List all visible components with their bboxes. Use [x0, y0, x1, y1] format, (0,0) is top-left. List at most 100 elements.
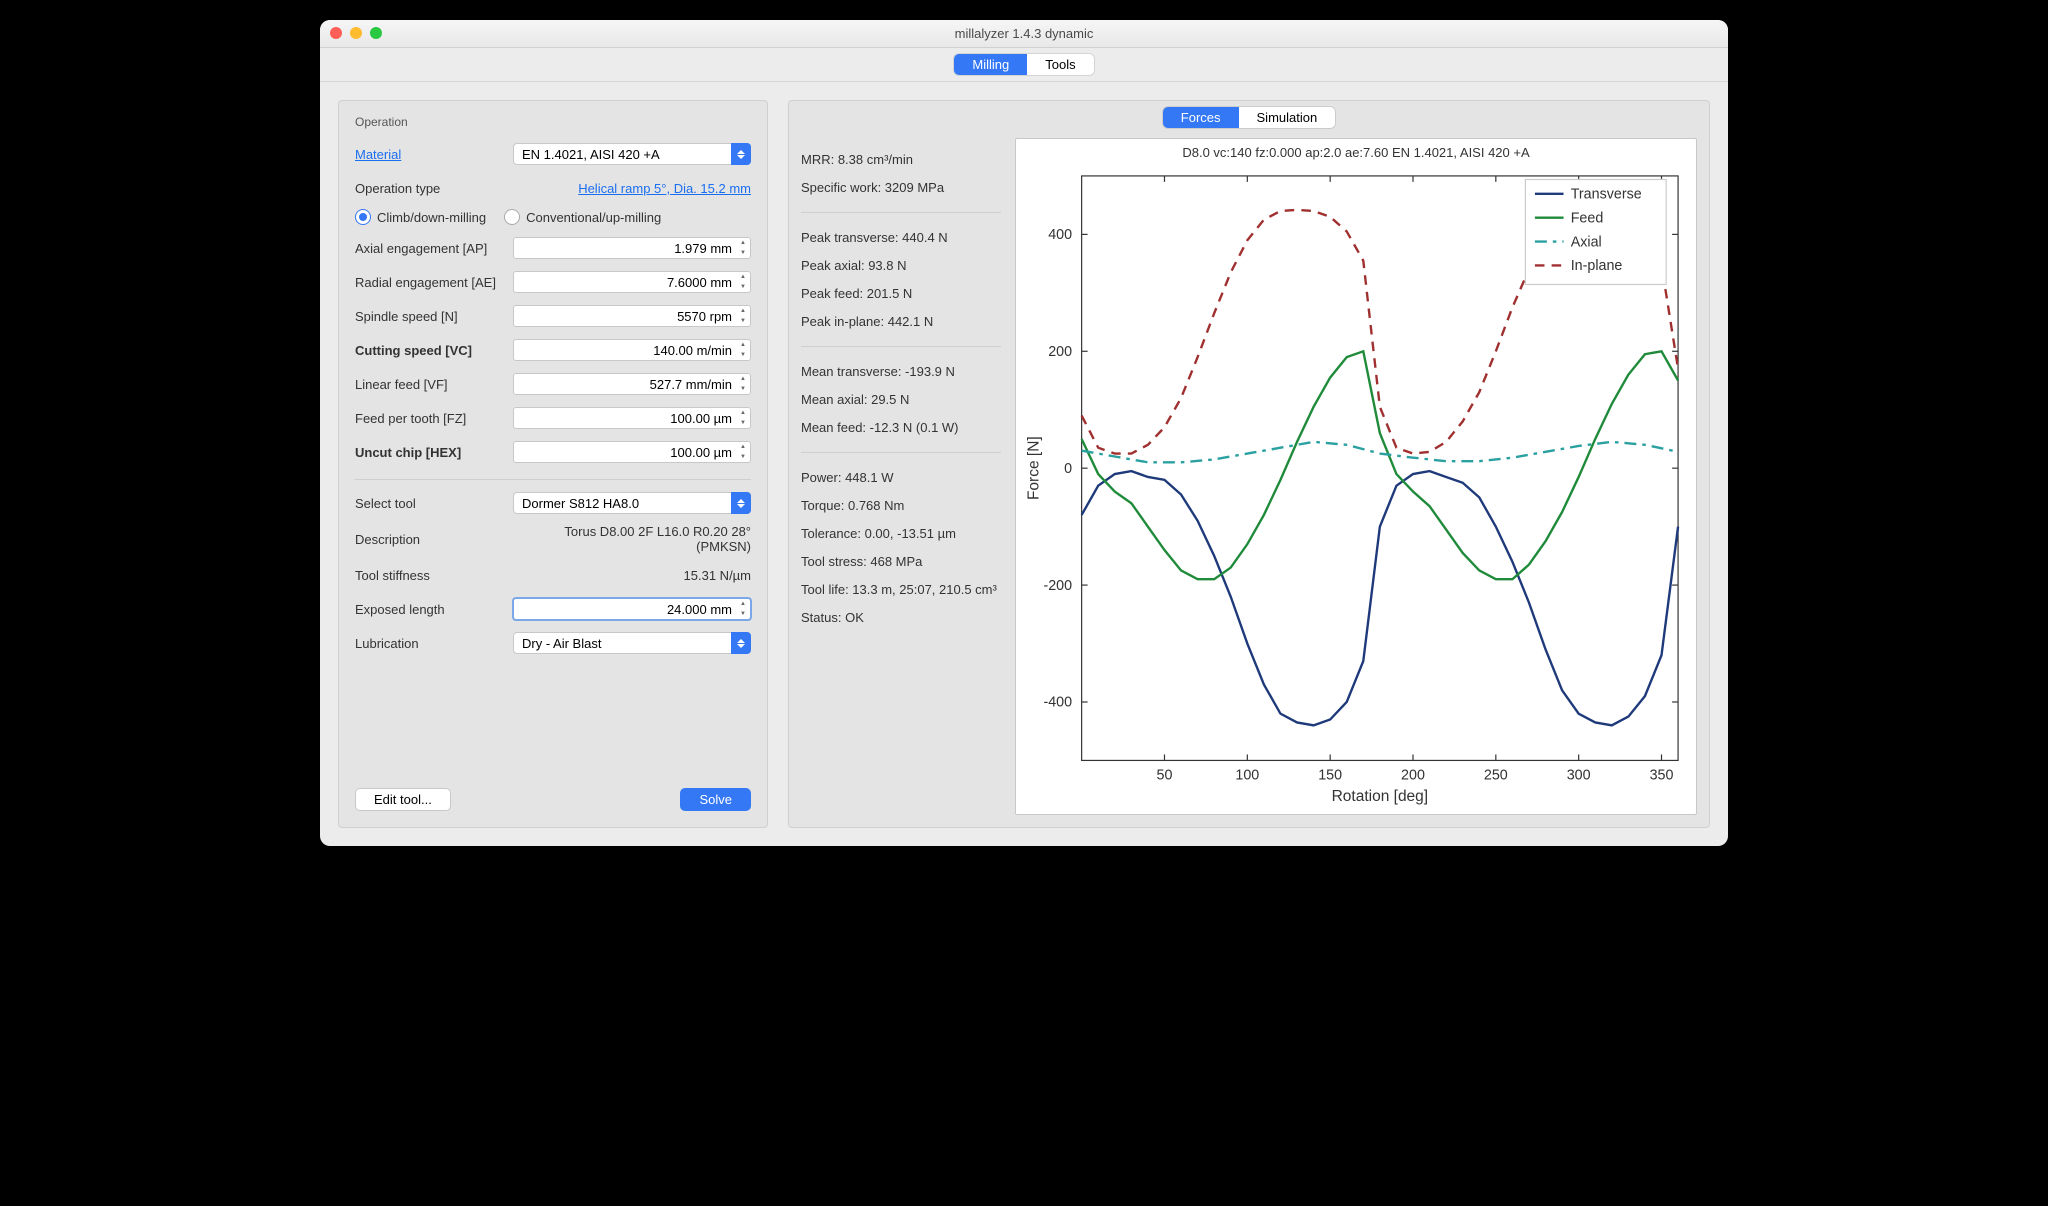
titlebar: millalyzer 1.4.3 dynamic — [320, 20, 1728, 48]
optype-link[interactable]: Helical ramp 5°, Dia. 15.2 mm — [513, 181, 751, 196]
svg-text:-200: -200 — [1043, 578, 1072, 594]
svg-text:250: 250 — [1484, 768, 1508, 784]
peak-feed-value: Peak feed: 201.5 N — [801, 286, 1001, 301]
exposed-input[interactable] — [513, 598, 751, 620]
exposed-stepper[interactable]: ▲▼ — [736, 599, 750, 619]
ae-label: Radial engagement [AE] — [355, 275, 513, 290]
stiffness-label: Tool stiffness — [355, 568, 513, 583]
mean-transverse-value: Mean transverse: -193.9 N — [801, 364, 1001, 379]
desc-label: Description — [355, 532, 513, 547]
n-input[interactable] — [513, 305, 751, 327]
material-select[interactable]: EN 1.4021, AISI 420 +A — [513, 143, 751, 165]
hex-label: Uncut chip [HEX] — [355, 445, 513, 460]
right-body: MRR: 8.38 cm³/min Specific work: 3209 MP… — [801, 138, 1697, 815]
divider — [355, 479, 751, 480]
optype-label: Operation type — [355, 181, 513, 196]
results-panel: Forces Simulation MRR: 8.38 cm³/min Spec… — [788, 100, 1710, 828]
tab-tools[interactable]: Tools — [1027, 54, 1093, 75]
ap-input[interactable] — [513, 237, 751, 259]
main-tabbar: Milling Tools — [320, 48, 1728, 82]
n-stepper[interactable]: ▲▼ — [736, 306, 750, 326]
vf-input[interactable] — [513, 373, 751, 395]
sub-tabs: Forces Simulation — [1163, 107, 1335, 128]
chart-title: D8.0 vc:140 fz:0.000 ap:2.0 ae:7.60 EN 1… — [1022, 145, 1690, 160]
operation-panel: Operation Material EN 1.4021, AISI 420 +… — [338, 100, 768, 828]
vf-label: Linear feed [VF] — [355, 377, 513, 392]
edit-tool-button[interactable]: Edit tool... — [355, 788, 451, 811]
divider — [801, 452, 1001, 453]
torque-value: Torque: 0.768 Nm — [801, 498, 1001, 513]
content: Operation Material EN 1.4021, AISI 420 +… — [320, 82, 1728, 846]
ae-stepper[interactable]: ▲▼ — [736, 272, 750, 292]
peak-axial-value: Peak axial: 93.8 N — [801, 258, 1001, 273]
material-row: Material EN 1.4021, AISI 420 +A — [355, 141, 751, 167]
exposed-label: Exposed length — [355, 602, 513, 617]
stiffness-value: 15.31 N/µm — [513, 568, 751, 583]
svg-text:Rotation [deg]: Rotation [deg] — [1332, 788, 1429, 805]
material-label[interactable]: Material — [355, 147, 513, 162]
fz-input[interactable] — [513, 407, 751, 429]
chart-area: D8.0 vc:140 fz:0.000 ap:2.0 ae:7.60 EN 1… — [1015, 138, 1697, 815]
divider — [801, 212, 1001, 213]
optype-row: Operation type Helical ramp 5°, Dia. 15.… — [355, 175, 751, 201]
zoom-icon[interactable] — [370, 27, 382, 39]
minimize-icon[interactable] — [350, 27, 362, 39]
window-title: millalyzer 1.4.3 dynamic — [320, 26, 1728, 41]
hex-input[interactable] — [513, 441, 751, 463]
mean-feed-value: Mean feed: -12.3 N (0.1 W) — [801, 420, 1001, 435]
conventional-radio[interactable] — [504, 209, 520, 225]
svg-text:200: 200 — [1401, 768, 1425, 784]
divider — [801, 346, 1001, 347]
tab-forces[interactable]: Forces — [1163, 107, 1239, 128]
lubrication-select[interactable]: Dry - Air Blast — [513, 632, 751, 654]
ap-stepper[interactable]: ▲▼ — [736, 238, 750, 258]
tab-milling[interactable]: Milling — [954, 54, 1027, 75]
power-value: Power: 448.1 W — [801, 470, 1001, 485]
tab-simulation[interactable]: Simulation — [1239, 107, 1336, 128]
climb-radio-label[interactable]: Climb/down-milling — [355, 209, 486, 225]
desc-value: Torus D8.00 2F L16.0 R0.20 28° (PMKSN) — [513, 524, 751, 554]
svg-text:100: 100 — [1235, 768, 1259, 784]
ap-label: Axial engagement [AP] — [355, 241, 513, 256]
svg-text:200: 200 — [1048, 344, 1072, 360]
vc-stepper[interactable]: ▲▼ — [736, 340, 750, 360]
tool-select[interactable]: Dormer S812 HA8.0 — [513, 492, 751, 514]
climb-radio[interactable] — [355, 209, 371, 225]
tool-life-value: Tool life: 13.3 m, 25:07, 210.5 cm³ — [801, 582, 1001, 597]
main-tabs: Milling Tools — [954, 54, 1093, 75]
fz-label: Feed per tooth [FZ] — [355, 411, 513, 426]
tolerance-value: Tolerance: 0.00, -13.51 µm — [801, 526, 1001, 541]
traffic-lights — [330, 27, 382, 39]
svg-text:Feed: Feed — [1571, 210, 1604, 226]
vc-input[interactable] — [513, 339, 751, 361]
svg-text:-400: -400 — [1043, 695, 1072, 711]
hex-stepper[interactable]: ▲▼ — [736, 442, 750, 462]
specific-work-value: Specific work: 3209 MPa — [801, 180, 1001, 195]
n-label: Spindle speed [N] — [355, 309, 513, 324]
status-value: Status: OK — [801, 610, 1001, 625]
svg-text:50: 50 — [1157, 768, 1173, 784]
mean-axial-value: Mean axial: 29.5 N — [801, 392, 1001, 407]
close-icon[interactable] — [330, 27, 342, 39]
climb-label: Climb/down-milling — [377, 210, 486, 225]
vc-label: Cutting speed [VC] — [355, 343, 513, 358]
section-title: Operation — [355, 115, 751, 129]
solve-button[interactable]: Solve — [680, 788, 751, 811]
svg-text:150: 150 — [1318, 768, 1342, 784]
milling-direction-radios: Climb/down-milling Conventional/up-milli… — [355, 209, 751, 225]
svg-text:Axial: Axial — [1571, 234, 1602, 250]
svg-text:350: 350 — [1650, 768, 1674, 784]
svg-text:0: 0 — [1064, 461, 1072, 477]
tool-label: Select tool — [355, 496, 513, 511]
button-row: Edit tool... Solve — [355, 768, 751, 811]
results-column: MRR: 8.38 cm³/min Specific work: 3209 MP… — [801, 138, 1001, 815]
lubrication-label: Lubrication — [355, 636, 513, 651]
conventional-radio-label[interactable]: Conventional/up-milling — [504, 209, 661, 225]
sub-tabbar: Forces Simulation — [801, 107, 1697, 128]
mrr-value: MRR: 8.38 cm³/min — [801, 152, 1001, 167]
ae-input[interactable] — [513, 271, 751, 293]
force-chart: -400-200020040050100150200250300350Rotat… — [1022, 164, 1690, 808]
svg-text:Transverse: Transverse — [1571, 187, 1642, 203]
fz-stepper[interactable]: ▲▼ — [736, 408, 750, 428]
vf-stepper[interactable]: ▲▼ — [736, 374, 750, 394]
